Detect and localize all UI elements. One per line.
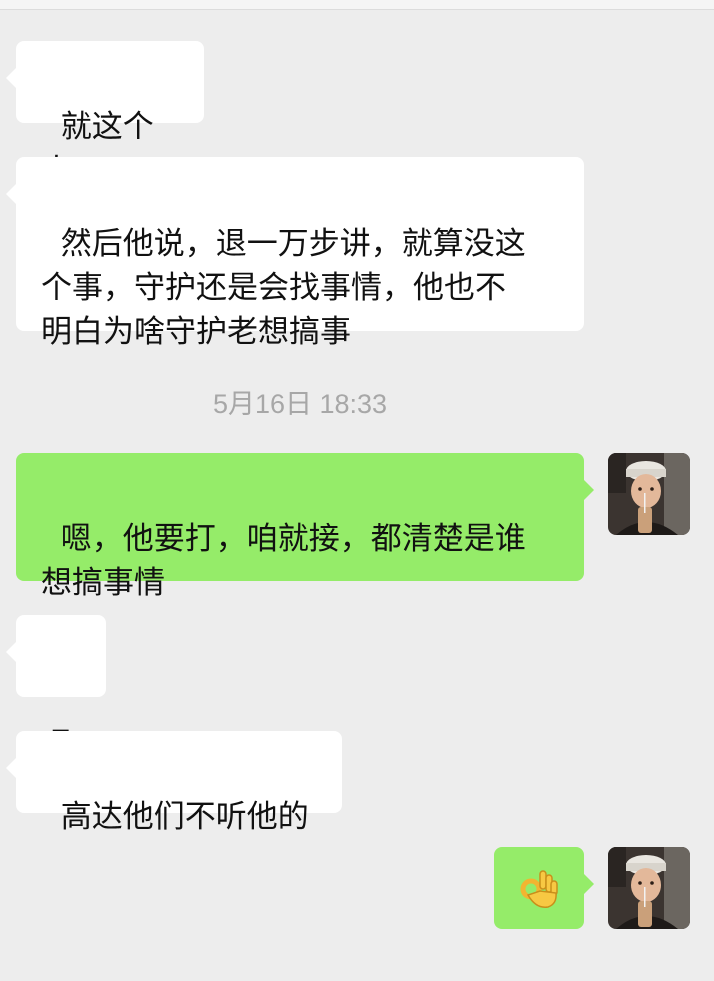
avatar[interactable] — [608, 847, 690, 929]
message-text: 然后他说，退一万步讲，就算没这 个事，守护还是会找事情，他也不 明白为啥守护老想… — [41, 226, 526, 350]
avatar-photo-icon — [608, 453, 690, 535]
message-bubble-incoming[interactable]: 就这个人 — [6, 41, 204, 189]
message-bubble-outgoing[interactable]: 嗯，他要打，咱就接，都清楚是谁 想搞事情 — [16, 453, 594, 601]
chat-timestamp: 5月16日 18:33 — [212, 389, 388, 419]
message-text: 嗯，他要打，咱就接，都清楚是谁 想搞事情 — [41, 521, 526, 601]
avatar[interactable] — [608, 453, 690, 535]
ok-hand-icon — [520, 870, 558, 908]
top-divider — [0, 0, 714, 10]
avatar-photo-icon — [608, 847, 690, 929]
message-bubble-incoming[interactable]: 嗯 — [6, 615, 106, 763]
message-bubble-incoming[interactable]: 高达他们不听他的 — [6, 731, 342, 835]
message-bubble-outgoing[interactable] — [494, 847, 594, 929]
message-text: 高达他们不听他的 — [60, 799, 309, 835]
message-bubble-incoming[interactable]: 然后他说，退一万步讲，就算没这 个事，守护还是会找事情，他也不 明白为啥守护老想… — [6, 157, 584, 350]
